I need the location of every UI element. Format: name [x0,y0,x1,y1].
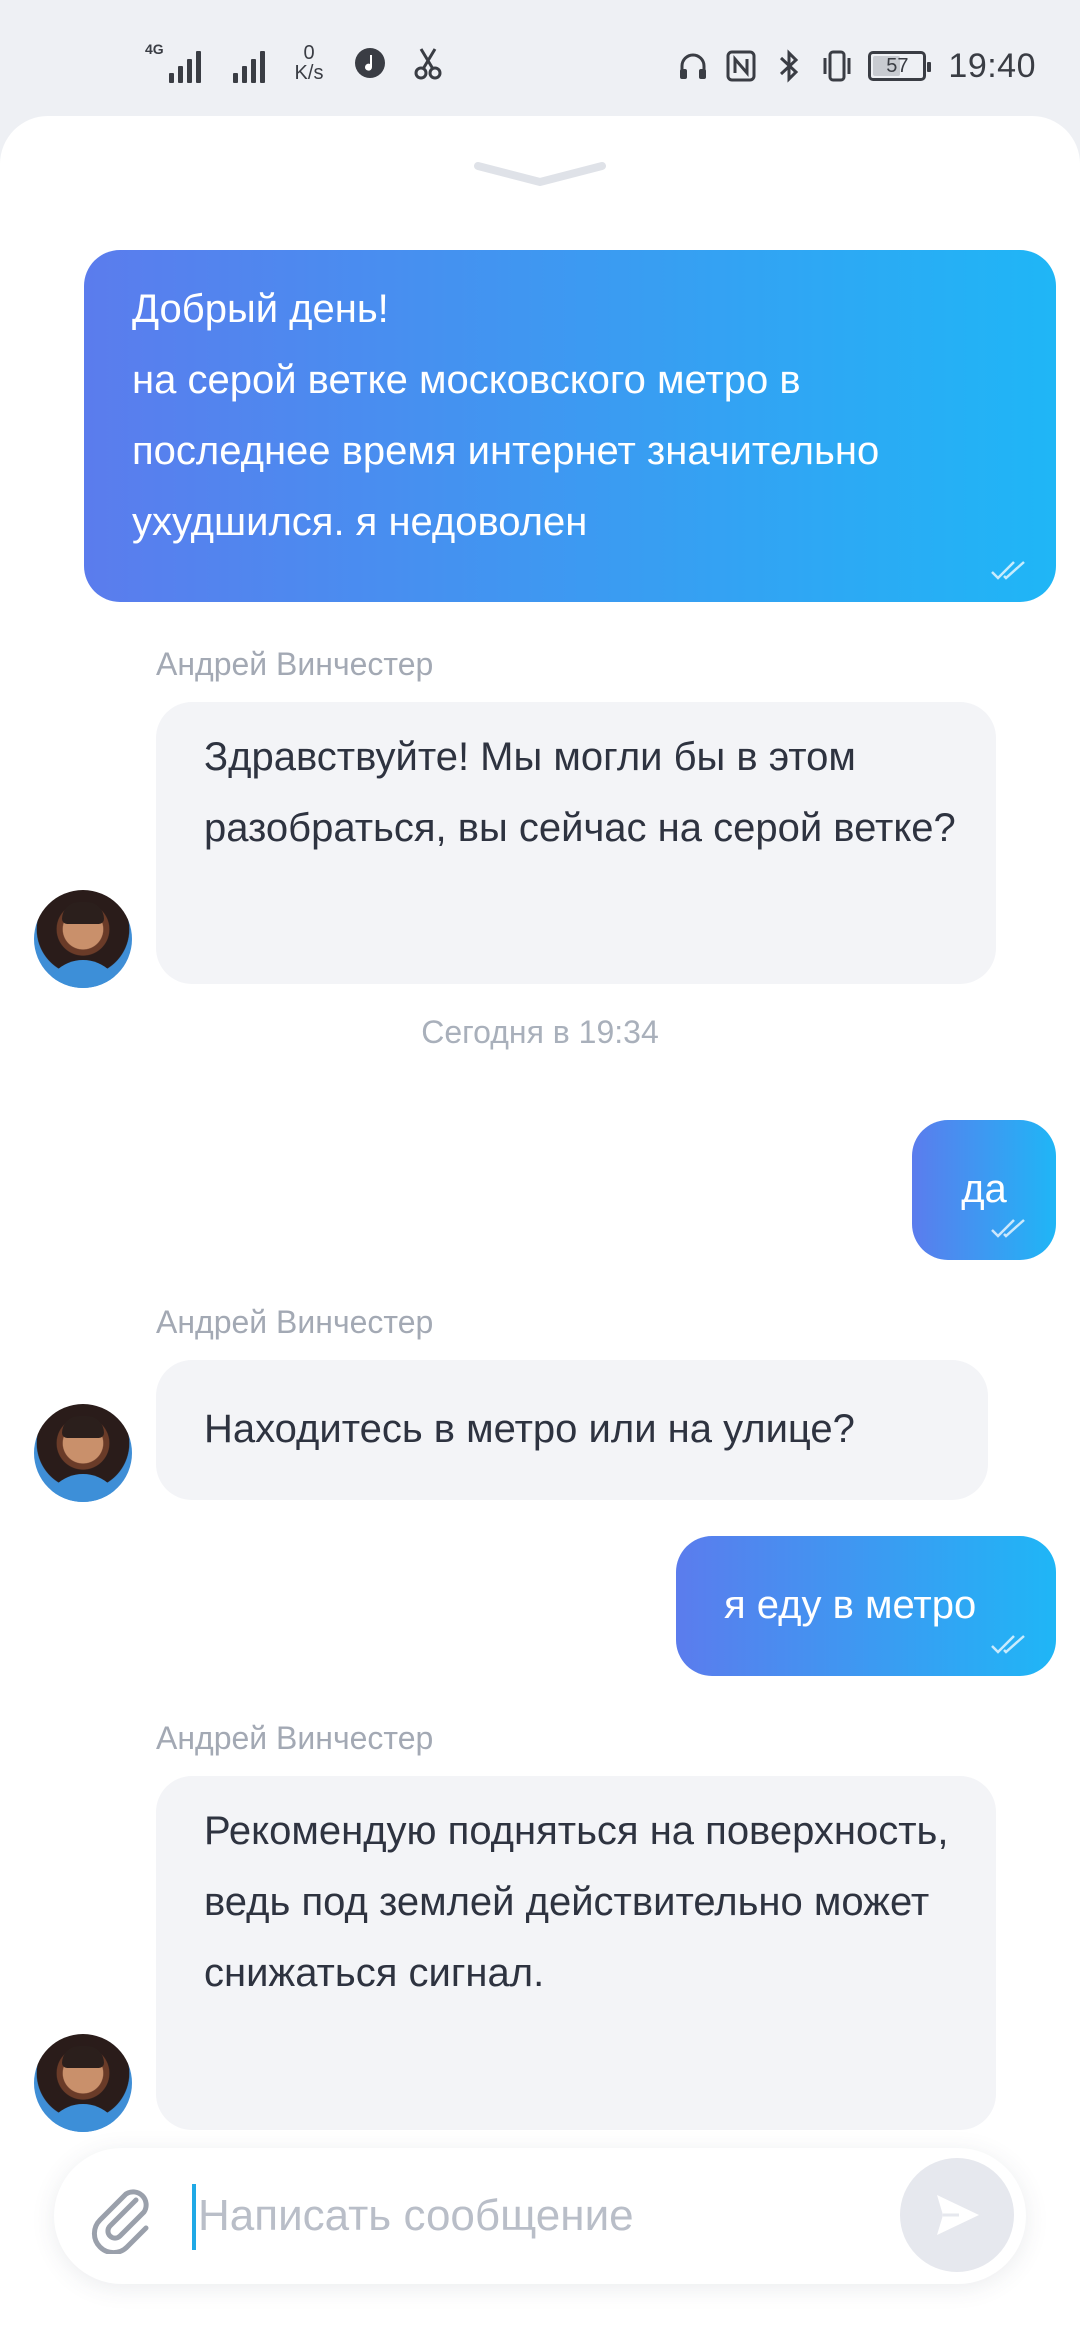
timestamp: Сегодня в 19:34 [421,1014,659,1050]
message-text: да [961,1167,1007,1211]
music-icon [353,46,387,80]
bluetooth-icon [772,49,806,83]
text-caret [192,2184,196,2250]
incoming-message[interactable]: Рекомендую подняться на поверхность, вед… [156,1776,996,2130]
speed-value: 0 [303,42,315,64]
network-type: 4G [145,41,164,57]
speed-unit: K/s [294,62,324,84]
read-check-icon [991,1635,1025,1654]
avatar[interactable] [34,2034,132,2132]
status-left: 4G 0 K/s [145,38,445,88]
headphones-icon [676,49,710,83]
scissors-icon [411,46,445,80]
outgoing-message[interactable]: да [912,1120,1056,1260]
read-check-icon [991,561,1025,580]
signal-icon: 4G [145,41,201,83]
status-right: 57 19:40 [676,38,1036,94]
outgoing-message[interactable]: Добрый день! на серой ветке московского … [84,250,1056,602]
message-text: Здравствуйте! Мы могли бы в этом разобра… [204,735,956,850]
incoming-message[interactable]: Здравствуйте! Мы могли бы в этом разобра… [156,702,996,984]
status-bar: 4G 0 K/s 57 19:40 [0,0,1080,110]
incoming-message[interactable]: Находитесь в метро или на улице? [156,1360,988,1500]
clock: 19:40 [948,46,1036,85]
message-text: Находитесь в метро или на улице? [204,1407,855,1451]
message-text: Рекомендую подняться на поверхность, вед… [204,1809,949,1995]
message-text: Добрый день! на серой ветке московского … [132,287,880,544]
sender-name: Андрей Винчестер [156,646,434,682]
battery-level: 57 [886,54,909,77]
sender-name: Андрей Винчестер [156,1304,434,1340]
paperclip-icon[interactable] [84,2178,160,2254]
outgoing-message[interactable]: я еду в метро [676,1536,1056,1676]
nfc-icon [724,49,758,83]
network-speed: 0 K/s [289,43,329,83]
vibrate-icon [820,49,854,83]
sender-name: Андрей Винчестер [156,1720,434,1756]
chevron-down-icon[interactable] [472,158,608,190]
send-button[interactable] [900,2158,1014,2272]
chat-sheet: Добрый день! на серой ветке московского … [0,116,1080,2340]
send-icon [937,2195,979,2235]
avatar[interactable] [34,1404,132,1502]
message-composer [54,2148,1026,2284]
signal-icon [225,43,265,83]
avatar[interactable] [34,890,132,988]
message-input[interactable] [198,2176,798,2256]
battery-icon: 57 [868,51,932,81]
read-check-icon [991,1219,1025,1238]
message-text: я еду в метро [724,1583,977,1627]
